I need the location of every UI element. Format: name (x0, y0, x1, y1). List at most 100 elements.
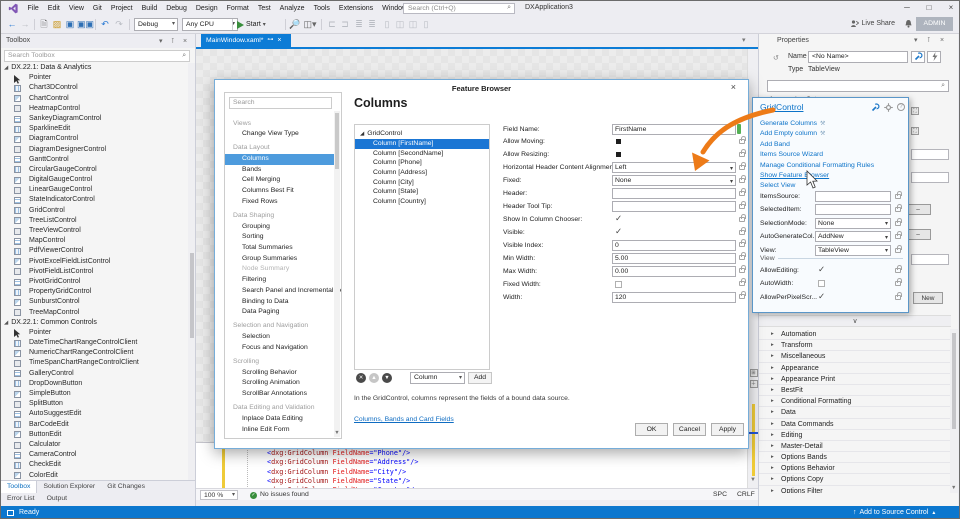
bookmark-prev-icon[interactable]: ◫ (407, 18, 419, 31)
property-input[interactable]: 5.00 (612, 253, 736, 264)
checkbox-checked[interactable]: ✓ (615, 213, 622, 224)
feature-nav-item-selected[interactable]: Columns (225, 154, 335, 165)
toolbox-item[interactable]: CameraControl (1, 450, 189, 460)
toolbox-item[interactable]: CheckEdit (1, 460, 189, 470)
pin-icon[interactable]: ⊶ (267, 34, 273, 47)
toolbox-scrollbar[interactable] (188, 63, 195, 480)
smart-field-input[interactable] (815, 204, 891, 215)
checkbox-checked[interactable]: ✓ (818, 264, 825, 275)
remove-column-icon[interactable]: ✕ (356, 373, 366, 383)
smart-field-select[interactable]: TableView▾ (815, 245, 891, 256)
checkbox-unchecked[interactable] (615, 281, 622, 288)
add-column-button[interactable]: Add (468, 372, 492, 384)
toolbox-item[interactable]: ButtonEdit (1, 430, 189, 440)
binding-lock-icon[interactable] (739, 268, 745, 273)
binding-lock-icon[interactable] (895, 268, 901, 273)
toolbox-item[interactable]: TimeSpanChartRangeControlClient (1, 358, 189, 368)
property-control[interactable]: 0 (612, 240, 736, 251)
binding-lock-icon[interactable] (739, 152, 745, 157)
toolbox-item[interactable]: NumericChartRangeControlClient (1, 348, 189, 358)
bookmark-next-icon[interactable]: ◫ (394, 18, 406, 31)
property-value-fragment[interactable] (911, 254, 949, 265)
property-control[interactable] (612, 188, 736, 199)
pin-icon[interactable]: ⊺ (927, 37, 931, 44)
binding-lock-icon[interactable] (739, 255, 745, 260)
smart-check-control[interactable] (815, 278, 891, 289)
configuration-select[interactable]: Debug▾ (134, 18, 178, 31)
toolbox-item[interactable]: SimpleButton (1, 389, 189, 399)
feature-nav-item[interactable]: Group Summaries (225, 254, 335, 265)
property-input[interactable]: FirstName (612, 124, 736, 135)
smart-link-generate-columns[interactable]: Generate Columns⚒ (753, 119, 908, 129)
property-input[interactable]: 0.00 (612, 266, 736, 277)
property-select[interactable]: Left▾ (612, 162, 736, 173)
indent-mode-label[interactable]: SPC (713, 490, 727, 500)
binding-lock-icon[interactable] (739, 217, 745, 222)
events-lightning-button[interactable] (927, 51, 941, 63)
pin-icon[interactable]: ⊺ (171, 38, 175, 45)
smart-field-control[interactable] (815, 204, 891, 215)
binding-lock-icon[interactable] (895, 281, 901, 286)
category-options-filter[interactable]: ▸Options Filter (759, 486, 950, 493)
line-ending-label[interactable]: CRLF (737, 490, 755, 500)
toolbox-item[interactable]: DigitalGaugeControl (1, 175, 189, 185)
toolbox-group-header[interactable]: ◢DX.22.1: Data & Analytics (1, 63, 189, 73)
quick-search-input[interactable]: Search (Ctrl+Q) ⌕ (403, 3, 515, 14)
toolbox-item[interactable]: BarCodeEdit (1, 420, 189, 430)
property-control[interactable]: FirstName (612, 124, 736, 135)
feature-nav-item[interactable]: Total Summaries (225, 243, 335, 254)
feature-nav-item[interactable]: Columns Best Fit (225, 186, 335, 197)
redo-icon[interactable]: ↷ (113, 18, 125, 31)
property-control[interactable]: ✓ (612, 214, 736, 225)
category-bestfit[interactable]: ▸BestFit (759, 385, 950, 396)
feature-nav-item[interactable]: Inline Edit Form (225, 425, 335, 436)
smart-field-select[interactable]: None▾ (815, 218, 891, 229)
comment-icon[interactable]: ≣ (353, 18, 365, 31)
wrench-icon[interactable] (871, 103, 880, 114)
menu-item-test[interactable]: Test (253, 2, 275, 15)
property-input[interactable]: 0 (612, 240, 736, 251)
smart-check-control[interactable]: ✓ (815, 292, 891, 303)
close-icon[interactable]: × (183, 38, 187, 45)
smart-link-items-source-wizard[interactable]: Items Source Wizard (753, 150, 908, 160)
toolbox-item[interactable]: PdfViewerControl (1, 246, 189, 256)
nav-scrollbar[interactable] (334, 111, 340, 437)
toolbox-item[interactable]: ChartControl (1, 94, 189, 104)
binding-lock-icon[interactable] (895, 234, 901, 239)
smart-field-input[interactable] (815, 191, 891, 202)
tree-item[interactable]: Column [City] (355, 178, 489, 188)
close-tab-icon[interactable]: × (277, 34, 281, 47)
category-data[interactable]: ▸Data (759, 407, 950, 418)
account-admin-button[interactable]: ADMIN (916, 17, 953, 31)
category-options-behavior[interactable]: ▸Options Behavior (759, 463, 950, 474)
window-position-icon[interactable]: ▾ (159, 38, 163, 45)
smart-link-add-band[interactable]: Add Band (753, 140, 908, 150)
binding-lock-icon[interactable] (739, 281, 745, 286)
property-control[interactable] (612, 279, 736, 290)
help-icon[interactable]: ? (897, 103, 905, 111)
gear-icon[interactable] (884, 103, 893, 114)
background-tasks-icon[interactable] (7, 510, 14, 516)
toolbox-item[interactable]: LinearGaugeControl (1, 185, 189, 195)
menu-item-design[interactable]: Design (191, 2, 222, 15)
tree-item[interactable]: Column [Phone] (355, 158, 489, 168)
platform-select[interactable]: Any CPU▾ (182, 18, 238, 31)
navigate-back-icon[interactable]: ← (6, 18, 18, 31)
close-icon[interactable]: × (940, 37, 944, 44)
notifications-bell-icon[interactable] (904, 19, 913, 31)
toolbox-item[interactable]: StateIndicatorControl (1, 195, 189, 205)
collapse-chevron[interactable]: ∨ (759, 315, 951, 327)
toolbox-item[interactable]: ColorEdit (1, 471, 189, 481)
smart-link-manage-conditional-formatting-rules[interactable]: Manage Conditional Formatting Rules (753, 161, 908, 171)
toolbox-item[interactable]: PivotExcelFieldListControl (1, 257, 189, 267)
property-select[interactable]: None▾ (612, 175, 736, 186)
cancel-button[interactable]: Cancel (673, 423, 706, 436)
name-input[interactable]: <No Name> (808, 51, 908, 63)
menu-item-tools[interactable]: Tools (309, 2, 334, 15)
tristate-checkbox[interactable] (616, 152, 621, 157)
toolbox-item[interactable]: DateTimeChartRangeControlClient (1, 338, 189, 348)
feature-nav-item[interactable]: Focus and Navigation (225, 343, 335, 354)
dialog-close-icon[interactable]: × (731, 82, 736, 92)
menu-item-git[interactable]: Git (88, 2, 106, 15)
tree-root-node[interactable]: ◢GridControl (355, 129, 489, 139)
